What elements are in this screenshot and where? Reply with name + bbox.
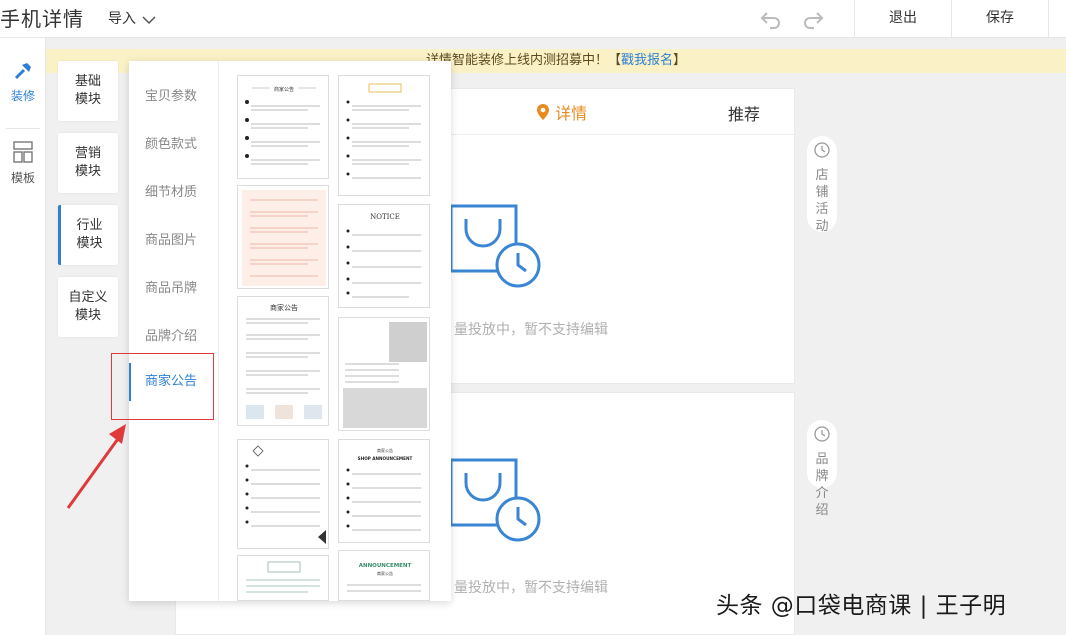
nav-divider <box>6 128 40 129</box>
side-tag-char: 绍 <box>815 503 829 518</box>
tab-detail[interactable]: 详情 <box>536 100 587 124</box>
redo-icon[interactable] <box>801 8 825 30</box>
signup-link[interactable]: 戳我报名 <box>621 53 673 68</box>
category-item[interactable]: 颜色款式 <box>129 133 219 152</box>
template-thumbnail[interactable] <box>237 185 329 289</box>
module-label: 自定义 <box>68 290 108 305</box>
industry-module-popup: 宝贝参数 颜色款式 细节材质 商品图片 商品吊牌 品牌介绍 商家公告 商家公告 … <box>129 61 451 601</box>
module-label: 模块 <box>74 92 101 107</box>
side-tag-char: 介 <box>815 486 829 501</box>
module-label: 营销 <box>74 146 101 161</box>
nav-decor-label: 装修 <box>10 89 35 103</box>
side-tag-char: 店 <box>815 168 829 183</box>
thumb-title: 商家公告 <box>274 86 294 93</box>
template-thumbnail[interactable] <box>338 317 430 431</box>
tab-recommend[interactable]: 推荐 <box>728 101 760 125</box>
template-thumbnail[interactable]: ANNOUNCEMENT 商家公告 <box>338 550 430 601</box>
category-list: 宝贝参数 颜色款式 细节材质 商品图片 商品吊牌 品牌介绍 商家公告 <box>129 61 219 601</box>
thumb-title: NOTICE <box>370 213 400 221</box>
location-pin-icon <box>536 104 550 123</box>
import-dropdown[interactable]: 导入 <box>108 8 156 29</box>
annotation-arrow-icon <box>66 424 126 509</box>
hammer-icon <box>12 63 34 85</box>
module-label: 模块 <box>74 308 101 323</box>
logout-button[interactable]: 退出 <box>855 0 951 38</box>
template-thumbnail[interactable] <box>237 439 329 549</box>
nav-template-label: 模板 <box>10 171 35 185</box>
nav-item-template[interactable]: 模板 <box>0 140 46 186</box>
left-nav: 装修 模板 <box>0 38 46 635</box>
category-item[interactable]: 商品吊牌 <box>129 277 219 296</box>
module-label: 模块 <box>74 164 101 179</box>
thumb-title: ANNOUNCEMENT <box>359 563 412 569</box>
category-item[interactable]: 品牌介绍 <box>129 325 219 344</box>
template-thumbnail[interactable]: 商家公告 <box>237 75 329 179</box>
module-label: 模块 <box>76 236 103 251</box>
side-tag-shop-activity[interactable]: 店 铺 活 动 <box>807 136 837 234</box>
thumb-sub: 商家公告 <box>377 447 393 453</box>
shopping-bag-clock-icon <box>446 455 541 554</box>
side-tag-char: 动 <box>815 219 829 234</box>
template-thumbnail[interactable]: NOTICE <box>338 204 430 308</box>
module-label: 基础 <box>74 74 101 89</box>
tab-detail-label: 详情 <box>555 104 588 123</box>
category-item[interactable]: 宝贝参数 <box>129 85 219 104</box>
category-item[interactable]: 商品图片 <box>129 229 219 248</box>
category-item[interactable]: 细节材质 <box>129 181 219 200</box>
save-button[interactable]: 保存 <box>952 0 1048 38</box>
side-tag-char: 活 <box>815 202 829 217</box>
template-icon <box>12 141 34 167</box>
side-tag-char: 铺 <box>815 185 829 200</box>
shopping-bag-clock-icon <box>446 201 541 300</box>
clock-icon <box>807 142 837 163</box>
top-bar: 手机详情 导入 退出 保存 <box>0 0 1066 38</box>
module-industry[interactable]: 行业 模块 <box>58 205 118 265</box>
module-custom[interactable]: 自定义 模块 <box>58 277 118 337</box>
placeholder-text: 量投放中，暂不支持编辑 <box>454 580 608 596</box>
nav-item-decor[interactable]: 装修 <box>0 60 46 104</box>
thumb-title: 商家公告 <box>270 303 298 312</box>
clock-icon <box>807 426 837 447</box>
template-thumbnail[interactable] <box>237 555 329 601</box>
thumb-title: SHOP ANNOUNCEMENT <box>358 456 413 461</box>
thumb-sub: 商家公告 <box>377 570 393 576</box>
side-tag-char: 品 <box>815 452 829 467</box>
template-thumbnail[interactable]: 商家公告 <box>237 296 329 426</box>
placeholder-text: 量投放中，暂不支持编辑 <box>454 322 608 338</box>
watermark-text: 头条 @口袋电商课 | 王子明 <box>716 593 1007 619</box>
side-tag-brand-intro[interactable]: 品 牌 介 绍 <box>807 420 837 518</box>
side-tag-char: 牌 <box>815 469 829 484</box>
notice-tail: 】 <box>673 53 687 68</box>
page-title: 手机详情 <box>0 7 84 31</box>
annotation-highlight-box <box>111 353 214 420</box>
module-marketing[interactable]: 营销 模块 <box>58 133 118 193</box>
module-basic[interactable]: 基础 模块 <box>58 61 118 121</box>
notice-text: 详情智能装修上线内测招募中！【 <box>425 53 621 68</box>
toolbar-divider <box>1048 0 1049 38</box>
module-label: 行业 <box>76 218 103 233</box>
template-thumbnail[interactable] <box>338 75 430 196</box>
template-thumbnail[interactable]: 商家公告 SHOP ANNOUNCEMENT <box>338 439 430 543</box>
import-label: 导入 <box>108 11 136 27</box>
chevron-down-icon <box>142 13 156 29</box>
undo-icon[interactable] <box>759 8 783 30</box>
